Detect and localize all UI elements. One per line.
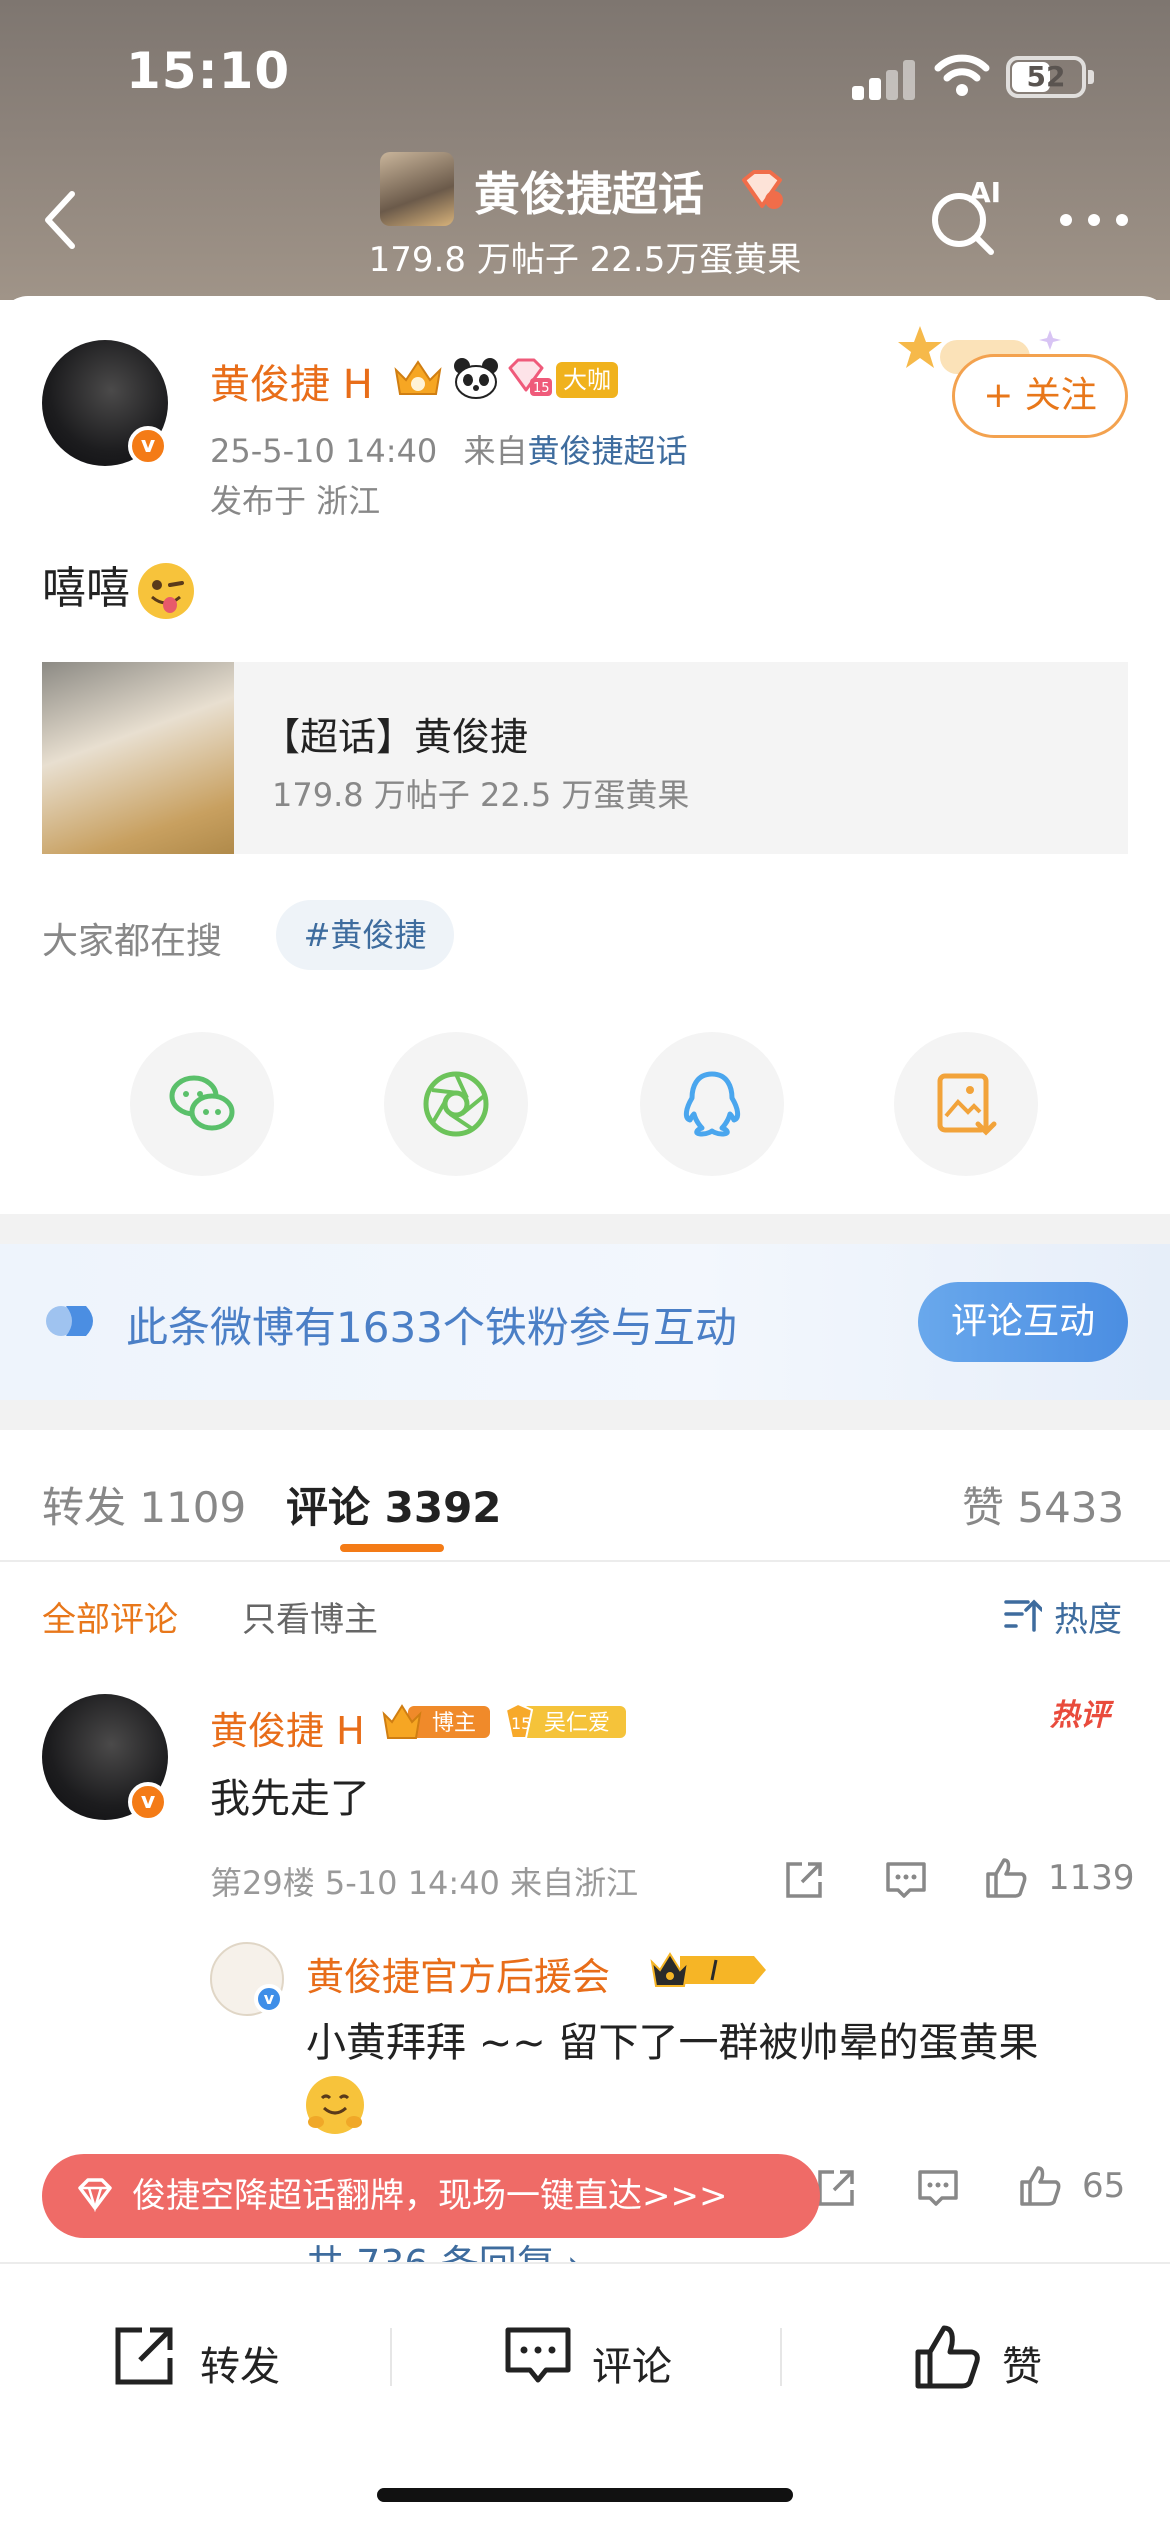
- post-source-link[interactable]: 黄俊捷超话: [527, 432, 687, 470]
- comment-text: 我先走了: [210, 1776, 370, 1822]
- home-indicator: [377, 2488, 793, 2502]
- post-time: 25-5-10 14:40: [210, 432, 438, 470]
- status-time: 15:10: [126, 42, 291, 100]
- fan-level: 15: [511, 1714, 531, 1733]
- like-label: 赞: [1002, 2344, 1042, 2390]
- wechat-icon: [169, 1075, 235, 1131]
- filter-owner-only[interactable]: 只看博主: [242, 1592, 378, 1641]
- daka-badge: 大咖: [556, 362, 618, 398]
- post-tabs: 转发 1109 评论 3392 赞 5433: [0, 1430, 1170, 1562]
- from-prefix: 来自: [463, 432, 528, 470]
- reply-icon[interactable]: [884, 1858, 928, 1902]
- comment-like-count: 1139: [1048, 1858, 1135, 1898]
- reply-author-name[interactable]: 黄俊捷官方后援会: [306, 1946, 610, 2001]
- hug-emoji-icon: [306, 2076, 364, 2134]
- like-icon[interactable]: [1018, 2164, 1062, 2208]
- ai-label: AI: [969, 176, 1001, 209]
- share-icon[interactable]: [782, 1858, 826, 1902]
- tab-repost[interactable]: 转发 1109: [42, 1474, 246, 1535]
- like-thumb-icon: [915, 2325, 980, 2389]
- repost-button[interactable]: 转发: [112, 2316, 292, 2396]
- super-topic-promo-banner[interactable]: 俊捷空降超话翻牌，现场一键直达>>>: [42, 2154, 820, 2238]
- like-button[interactable]: 赞: [914, 2316, 1054, 2396]
- view-more-replies-link[interactable]: 共 736 条回复 ›: [306, 2244, 582, 2264]
- fan-badge-label: 吴仁爱: [544, 1711, 610, 1736]
- promo-text: 俊捷空降超话翻牌，现场一键直达>>>: [132, 2176, 728, 2216]
- wink-tongue-emoji-icon: [138, 563, 194, 619]
- post-text-content: 嘻嘻: [42, 563, 130, 614]
- owner-badge: 博主: [382, 1704, 490, 1739]
- post-text: 嘻嘻: [42, 552, 194, 619]
- share-wechat-button[interactable]: [130, 1032, 274, 1176]
- verified-badge-icon: v: [128, 1782, 168, 1822]
- like-icon[interactable]: [984, 1856, 1028, 1900]
- panda-icon: [454, 358, 498, 399]
- active-tab-indicator: [340, 1544, 444, 1552]
- super-topic-gem-icon: [742, 170, 783, 209]
- section-divider: [0, 1214, 1170, 1244]
- battery-cap: [1088, 70, 1094, 84]
- comment-author-name[interactable]: 黄俊捷 H: [210, 1700, 365, 1755]
- iron-fan-banner: 此条微博有1633个铁粉参与互动 评论互动: [0, 1244, 1170, 1400]
- save-image-icon: [937, 1073, 997, 1136]
- comment-meta: 第29楼 5-10 14:40 来自浙江: [210, 1864, 639, 1902]
- diamond-icon: [78, 2178, 112, 2212]
- moments-icon: [423, 1071, 489, 1137]
- reply-icon[interactable]: [916, 2166, 960, 2210]
- verified-badge-icon: v: [128, 426, 168, 466]
- bar-separator: [390, 2328, 392, 2386]
- signal-icon: [852, 60, 916, 100]
- share-moments-button[interactable]: [384, 1032, 528, 1176]
- topic-card-title: 【超话】黄俊捷: [262, 715, 529, 759]
- sort-by-hot[interactable]: 热度: [1054, 1592, 1122, 1641]
- post-location: 发布于 浙江: [210, 482, 381, 520]
- trending-search-tag[interactable]: #黄俊捷: [276, 900, 454, 970]
- comment-button[interactable]: 评论: [504, 2316, 684, 2396]
- comment-label: 评论: [592, 2344, 672, 2390]
- topic-header: 15:10 52 黄俊捷超话 179.8 万帖子 22.5万蛋黄果 AI: [0, 0, 1170, 300]
- topic-card-image: [42, 662, 234, 854]
- verified-badge-icon: v: [254, 1984, 284, 2014]
- share-icon[interactable]: [814, 2166, 858, 2210]
- fan-interaction-icon: [46, 1306, 93, 1336]
- bottom-action-bar: 转发 评论 赞: [0, 2262, 1170, 2532]
- reply-like-count: 65: [1082, 2166, 1126, 2206]
- tab-like[interactable]: 赞 5433: [962, 1474, 1124, 1535]
- fan-club-crown-badge-icon: [650, 1952, 766, 1987]
- owner-badge-label: 博主: [432, 1711, 476, 1736]
- save-image-button[interactable]: [894, 1032, 1038, 1176]
- ai-search-icon[interactable]: AI: [925, 176, 1009, 260]
- qq-icon: [683, 1071, 741, 1137]
- bar-separator: [780, 2328, 782, 2386]
- sort-icon[interactable]: [1004, 1596, 1042, 1634]
- status-bar: 15:10 52: [0, 0, 1170, 140]
- section-divider: [0, 1400, 1170, 1430]
- gem-level-badge-icon: 15: [508, 358, 552, 396]
- comment-icon: [505, 2327, 571, 2383]
- svg-text:15: 15: [533, 381, 550, 396]
- follow-button[interactable]: + 关注: [952, 354, 1128, 438]
- wifi-icon: [934, 54, 990, 96]
- tab-comment[interactable]: 评论 3392: [286, 1474, 502, 1535]
- post-meta: 25-5-10 14:40 来自黄俊捷超话: [210, 426, 687, 472]
- repost-icon: [115, 2327, 173, 2385]
- fan-level-badge: 15 吴仁爱: [504, 1702, 626, 1739]
- battery-icon: 52: [1006, 56, 1086, 98]
- hot-comment-badge: 热评: [1050, 1698, 1110, 1733]
- comment-interact-button[interactable]: 评论互动: [918, 1282, 1128, 1362]
- topic-link-card[interactable]: 【超话】黄俊捷 179.8 万帖子 22.5 万蛋黄果: [42, 662, 1128, 854]
- topic-avatar[interactable]: [380, 152, 454, 226]
- battery-level: 52: [1026, 60, 1066, 93]
- crown-badge-icon: [394, 360, 442, 395]
- topic-card-stats: 179.8 万帖子 22.5 万蛋黄果: [272, 776, 690, 814]
- author-name[interactable]: 黄俊捷 H: [210, 352, 373, 410]
- trending-search-label: 大家都在搜: [42, 921, 223, 962]
- share-qq-button[interactable]: [640, 1032, 784, 1176]
- fan-banner-text: 此条微博有1633个铁粉参与互动: [126, 1303, 737, 1352]
- topic-title[interactable]: 黄俊捷超话: [474, 158, 704, 224]
- filter-all-comments[interactable]: 全部评论: [42, 1592, 178, 1641]
- reply-text: 小黄拜拜 ~~ 留下了一群被帅晕的蛋黄果: [306, 2020, 1039, 2066]
- more-menu-button[interactable]: [1056, 200, 1132, 236]
- repost-label: 转发: [200, 2344, 280, 2390]
